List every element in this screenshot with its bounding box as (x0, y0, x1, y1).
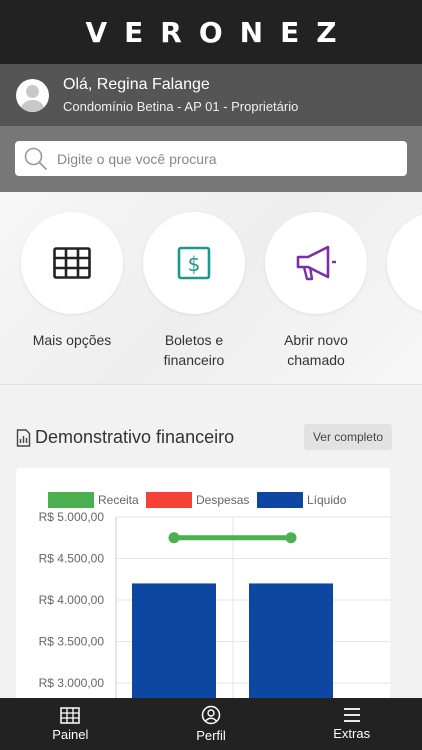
megaphone-icon (296, 245, 336, 281)
svg-text:$: $ (188, 252, 201, 276)
y-tick-label: R$ 4.500,00 (39, 552, 105, 566)
search-box[interactable] (15, 141, 407, 176)
shortcut-label: Adoc (378, 330, 422, 370)
shortcut-circle[interactable] (387, 212, 422, 314)
legend-label: Líquido (307, 493, 347, 507)
legend-swatch (257, 492, 303, 508)
app-header: VERONEZ (0, 0, 422, 64)
shortcut-circle[interactable] (21, 212, 123, 314)
view-full-button[interactable]: Ver completo (303, 424, 392, 450)
app-logo: VERONEZ (85, 15, 354, 49)
bottom-navigation: Painel Perfil Extras (0, 698, 422, 750)
point-receita (285, 532, 297, 544)
financial-section-header: Demonstrativo financeiro Ver completo (16, 424, 392, 451)
shortcut-documents[interactable]: Adoc (378, 212, 422, 370)
shortcut-label: Abrir novo chamado (284, 332, 348, 368)
shortcut-label: Boletos e financeiro (163, 332, 225, 368)
legend-swatch (146, 492, 192, 508)
financial-chart-card: Receita Despesas Líquido R$ 5.000,00 R$ 4.50… (16, 468, 390, 708)
user-bar[interactable]: Olá, Regina Falange Condomínio Betina - … (0, 64, 422, 126)
y-tick-label: R$ 3.500,00 (39, 635, 105, 649)
y-tick-label: R$ 3.000,00 (39, 676, 105, 690)
nav-extras[interactable]: Extras (281, 698, 422, 750)
legend-swatch (48, 492, 94, 508)
search-bar (0, 126, 422, 192)
grid-icon (53, 247, 91, 279)
nav-painel[interactable]: Painel (0, 698, 141, 750)
nav-label: Perfil (196, 728, 226, 743)
shortcut-circle[interactable]: $ (143, 212, 245, 314)
bar-liquido (132, 583, 216, 708)
user-unit: Condomínio Betina - AP 01 - Proprietário (63, 98, 299, 114)
shortcut-chamado[interactable]: Abrir novo chamado (256, 212, 376, 370)
nav-label: Extras (333, 726, 371, 741)
shortcuts-carousel[interactable]: Mais opções $ Boletos e financeiro Abrir … (0, 192, 422, 385)
legend-label: Receita (98, 493, 139, 507)
user-circle-icon (201, 705, 221, 725)
point-receita (168, 532, 180, 544)
search-icon (24, 147, 47, 170)
shortcut-boletos[interactable]: $ Boletos e financeiro (134, 212, 254, 370)
user-info: Olá, Regina Falange Condomínio Betina - … (63, 75, 298, 116)
nav-label: Painel (52, 726, 89, 742)
financial-chart: Receita Despesas Líquido R$ 5.000,00 R$ 4.50… (39, 492, 390, 708)
y-tick-label: R$ 5.000,00 (39, 510, 105, 524)
table-icon (60, 706, 81, 724)
nav-perfil[interactable]: Perfil (141, 698, 282, 750)
report-icon (16, 428, 31, 447)
shortcut-circle[interactable] (265, 212, 367, 314)
bar-liquido (249, 583, 333, 708)
menu-icon (343, 708, 360, 722)
shortcut-more-options[interactable]: Mais opções (12, 212, 132, 350)
avatar[interactable] (16, 78, 49, 112)
legend-label: Despesas (196, 493, 249, 507)
dollar-bill-icon: $ (177, 246, 211, 280)
y-tick-label: R$ 4.000,00 (39, 593, 105, 607)
search-input[interactable] (57, 150, 377, 167)
shortcut-label: Mais opções (32, 332, 112, 348)
section-title: Demonstrativo financeiro (35, 427, 235, 447)
user-greeting: Olá, Regina Falange (63, 75, 210, 93)
